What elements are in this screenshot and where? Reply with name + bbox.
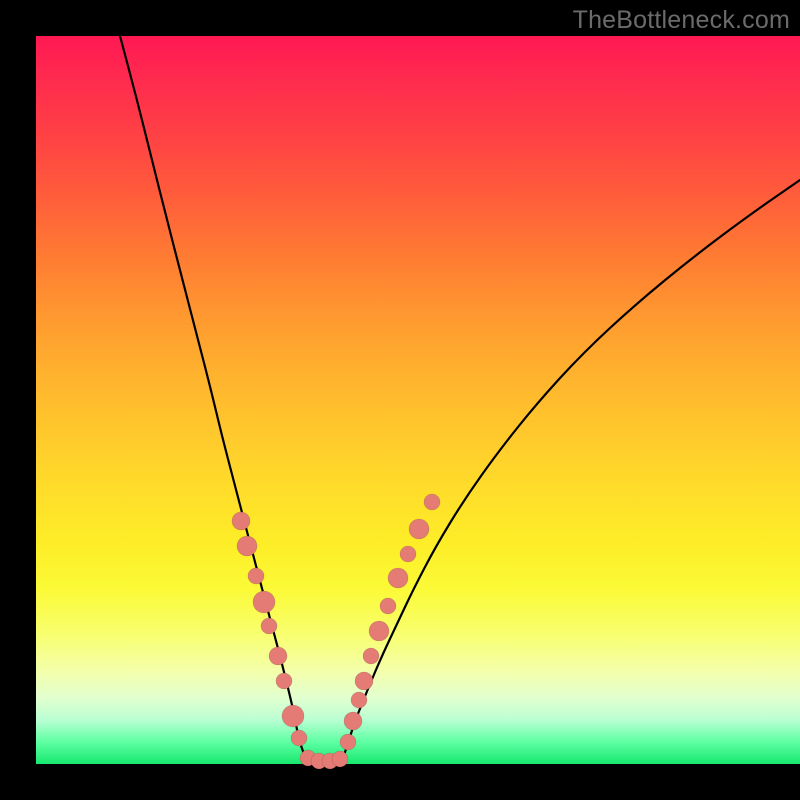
- beads-group: [232, 494, 440, 769]
- bead: [388, 568, 408, 588]
- bead: [409, 519, 429, 539]
- bead: [248, 568, 264, 584]
- watermark-label: TheBottleneck.com: [573, 6, 790, 35]
- frame: TheBottleneck.com: [0, 0, 800, 800]
- chart-svg: [36, 36, 800, 764]
- bead: [340, 734, 356, 750]
- bead: [351, 692, 367, 708]
- bead: [380, 598, 396, 614]
- right-curve: [342, 180, 800, 762]
- bead: [332, 751, 348, 767]
- curves-group: [120, 36, 800, 763]
- bead: [276, 673, 292, 689]
- bead: [369, 621, 389, 641]
- bead: [344, 712, 362, 730]
- bead: [291, 730, 307, 746]
- bead: [269, 647, 287, 665]
- bead: [253, 591, 275, 613]
- bead: [237, 536, 257, 556]
- bead: [424, 494, 440, 510]
- bead: [232, 512, 250, 530]
- bead: [261, 618, 277, 634]
- bead: [363, 648, 379, 664]
- bead: [400, 546, 416, 562]
- bead: [282, 705, 304, 727]
- bead: [355, 672, 373, 690]
